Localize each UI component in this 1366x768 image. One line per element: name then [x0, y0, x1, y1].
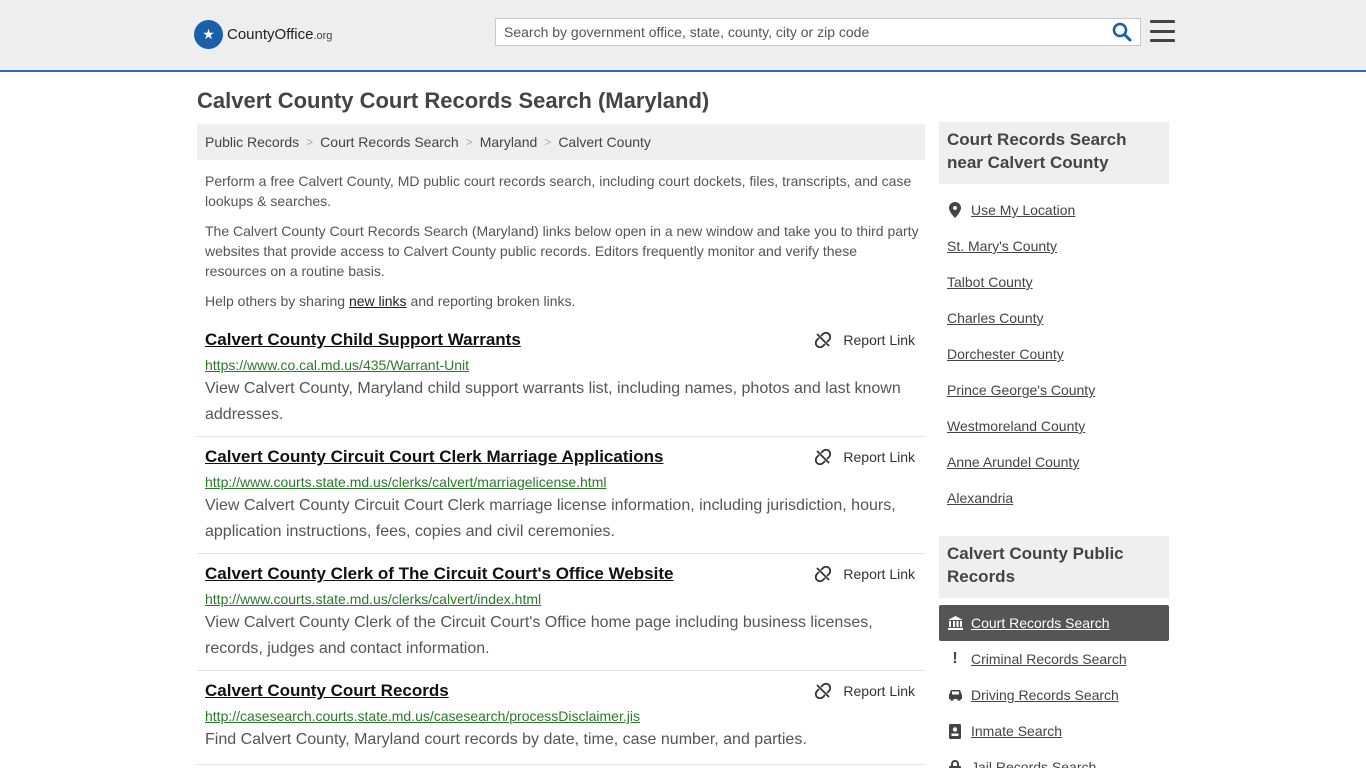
broken-link-icon [815, 683, 832, 699]
nearby-county-link[interactable]: Prince George's County [947, 382, 1095, 398]
listing-title-link[interactable]: Calvert County Clerk of The Circuit Cour… [205, 564, 673, 584]
listing-url[interactable]: https://www.co.cal.md.us/435/Warrant-Uni… [205, 357, 469, 373]
listing-title-link[interactable]: Calvert County Circuit Court Clerk Marri… [205, 447, 663, 467]
breadcrumb-separator-icon: > [465, 135, 473, 149]
nearby-county-link[interactable]: Anne Arundel County [947, 454, 1079, 470]
sidebar-item-jail-records-search[interactable]: Jail Records Search [939, 749, 1169, 768]
logo-main-text: CountyOffice [227, 26, 314, 43]
breadcrumb-maryland[interactable]: Maryland [480, 134, 538, 150]
site-logo[interactable]: ★ CountyOffice.org [194, 20, 332, 49]
listing-item: Calvert County Clerk of The Circuit Cour… [197, 564, 925, 671]
breadcrumb-calvert-county[interactable]: Calvert County [558, 134, 651, 150]
listing-url[interactable]: http://www.courts.state.md.us/clerks/cal… [205, 591, 541, 607]
listing-title-link[interactable]: Calvert County Court Records [205, 681, 449, 701]
listing-description: Find Calvert County, Maryland court reco… [205, 731, 807, 748]
page-title: Calvert County Court Records Search (Mar… [197, 88, 710, 113]
breadcrumb-separator-icon: > [306, 135, 314, 149]
broken-link-icon [815, 566, 832, 582]
nearby-county-link[interactable]: Westmoreland County [947, 418, 1085, 434]
breadcrumb-separator-icon: > [544, 135, 552, 149]
search-button[interactable] [1112, 22, 1134, 44]
breadcrumb: Public Records > Court Records Search > … [197, 124, 925, 160]
sidebar-heading-nearby: Court Records Search near Calvert County [939, 122, 1169, 184]
sidebar-heading-public-records: Calvert County Public Records [939, 536, 1169, 598]
breadcrumb-court-records-search[interactable]: Court Records Search [320, 134, 459, 150]
hamburger-menu-icon[interactable] [1150, 20, 1175, 42]
search-input[interactable] [496, 19, 1096, 45]
report-link-button[interactable]: Report Link [815, 332, 915, 348]
listing-item: Calvert County Circuit Court Clerk Marri… [197, 447, 925, 554]
listing-item: Calvert County Court Records Report Link… [197, 681, 925, 765]
lock-icon [947, 759, 963, 768]
use-my-location-link[interactable]: Use My Location [939, 192, 1169, 228]
intro-text: Perform a free Calvert County, MD public… [205, 171, 920, 321]
search-icon [1112, 22, 1132, 42]
nearby-county-link[interactable]: Dorchester County [947, 346, 1064, 362]
report-link-button[interactable]: Report Link [815, 566, 915, 582]
breadcrumb-public-records[interactable]: Public Records [205, 134, 299, 150]
broken-link-icon [815, 332, 832, 348]
listing-description: View Calvert County Clerk of the Circuit… [205, 614, 873, 657]
sidebar-item-driving-records-search[interactable]: Driving Records Search [939, 677, 1169, 713]
map-pin-icon [947, 202, 963, 218]
sidebar-item-inmate-search[interactable]: Inmate Search [939, 713, 1169, 749]
new-links-link[interactable]: new links [349, 293, 407, 309]
eagle-logo-icon: ★ [194, 20, 223, 49]
sidebar-item-court-records-search[interactable]: Court Records Search [939, 605, 1169, 641]
listing-url[interactable]: http://www.courts.state.md.us/clerks/cal… [205, 474, 606, 490]
listing-description: View Calvert County, Maryland child supp… [205, 380, 901, 423]
intro-paragraph-1: Perform a free Calvert County, MD public… [205, 173, 912, 209]
listing-url[interactable]: http://casesearch.courts.state.md.us/cas… [205, 708, 640, 724]
site-header: ★ CountyOffice.org [0, 0, 1366, 72]
sidebar-item-criminal-records-search[interactable]: ! Criminal Records Search [939, 641, 1169, 677]
nearby-county-link[interactable]: St. Mary's County [947, 238, 1057, 254]
nearby-county-link[interactable]: Charles County [947, 310, 1044, 326]
broken-link-icon [815, 449, 832, 465]
listing-description: View Calvert County Circuit Court Clerk … [205, 497, 896, 540]
logo-suffix-text: .org [313, 30, 333, 42]
nearby-county-link[interactable]: Talbot County [947, 274, 1033, 290]
exclamation-icon: ! [952, 650, 958, 667]
report-link-button[interactable]: Report Link [815, 683, 915, 699]
courthouse-icon [947, 616, 963, 630]
report-link-button[interactable]: Report Link [815, 449, 915, 465]
search-bar [495, 18, 1141, 46]
car-icon [947, 689, 963, 701]
nearby-county-link[interactable]: Alexandria [947, 490, 1013, 506]
id-card-icon [947, 723, 963, 739]
listing-item: Calvert County Child Support Warrants Re… [197, 330, 925, 437]
listing-title-link[interactable]: Calvert County Child Support Warrants [205, 330, 521, 350]
intro-paragraph-3: Help others by sharing new links and rep… [205, 293, 576, 309]
intro-paragraph-2: The Calvert County Court Records Search … [205, 223, 919, 279]
